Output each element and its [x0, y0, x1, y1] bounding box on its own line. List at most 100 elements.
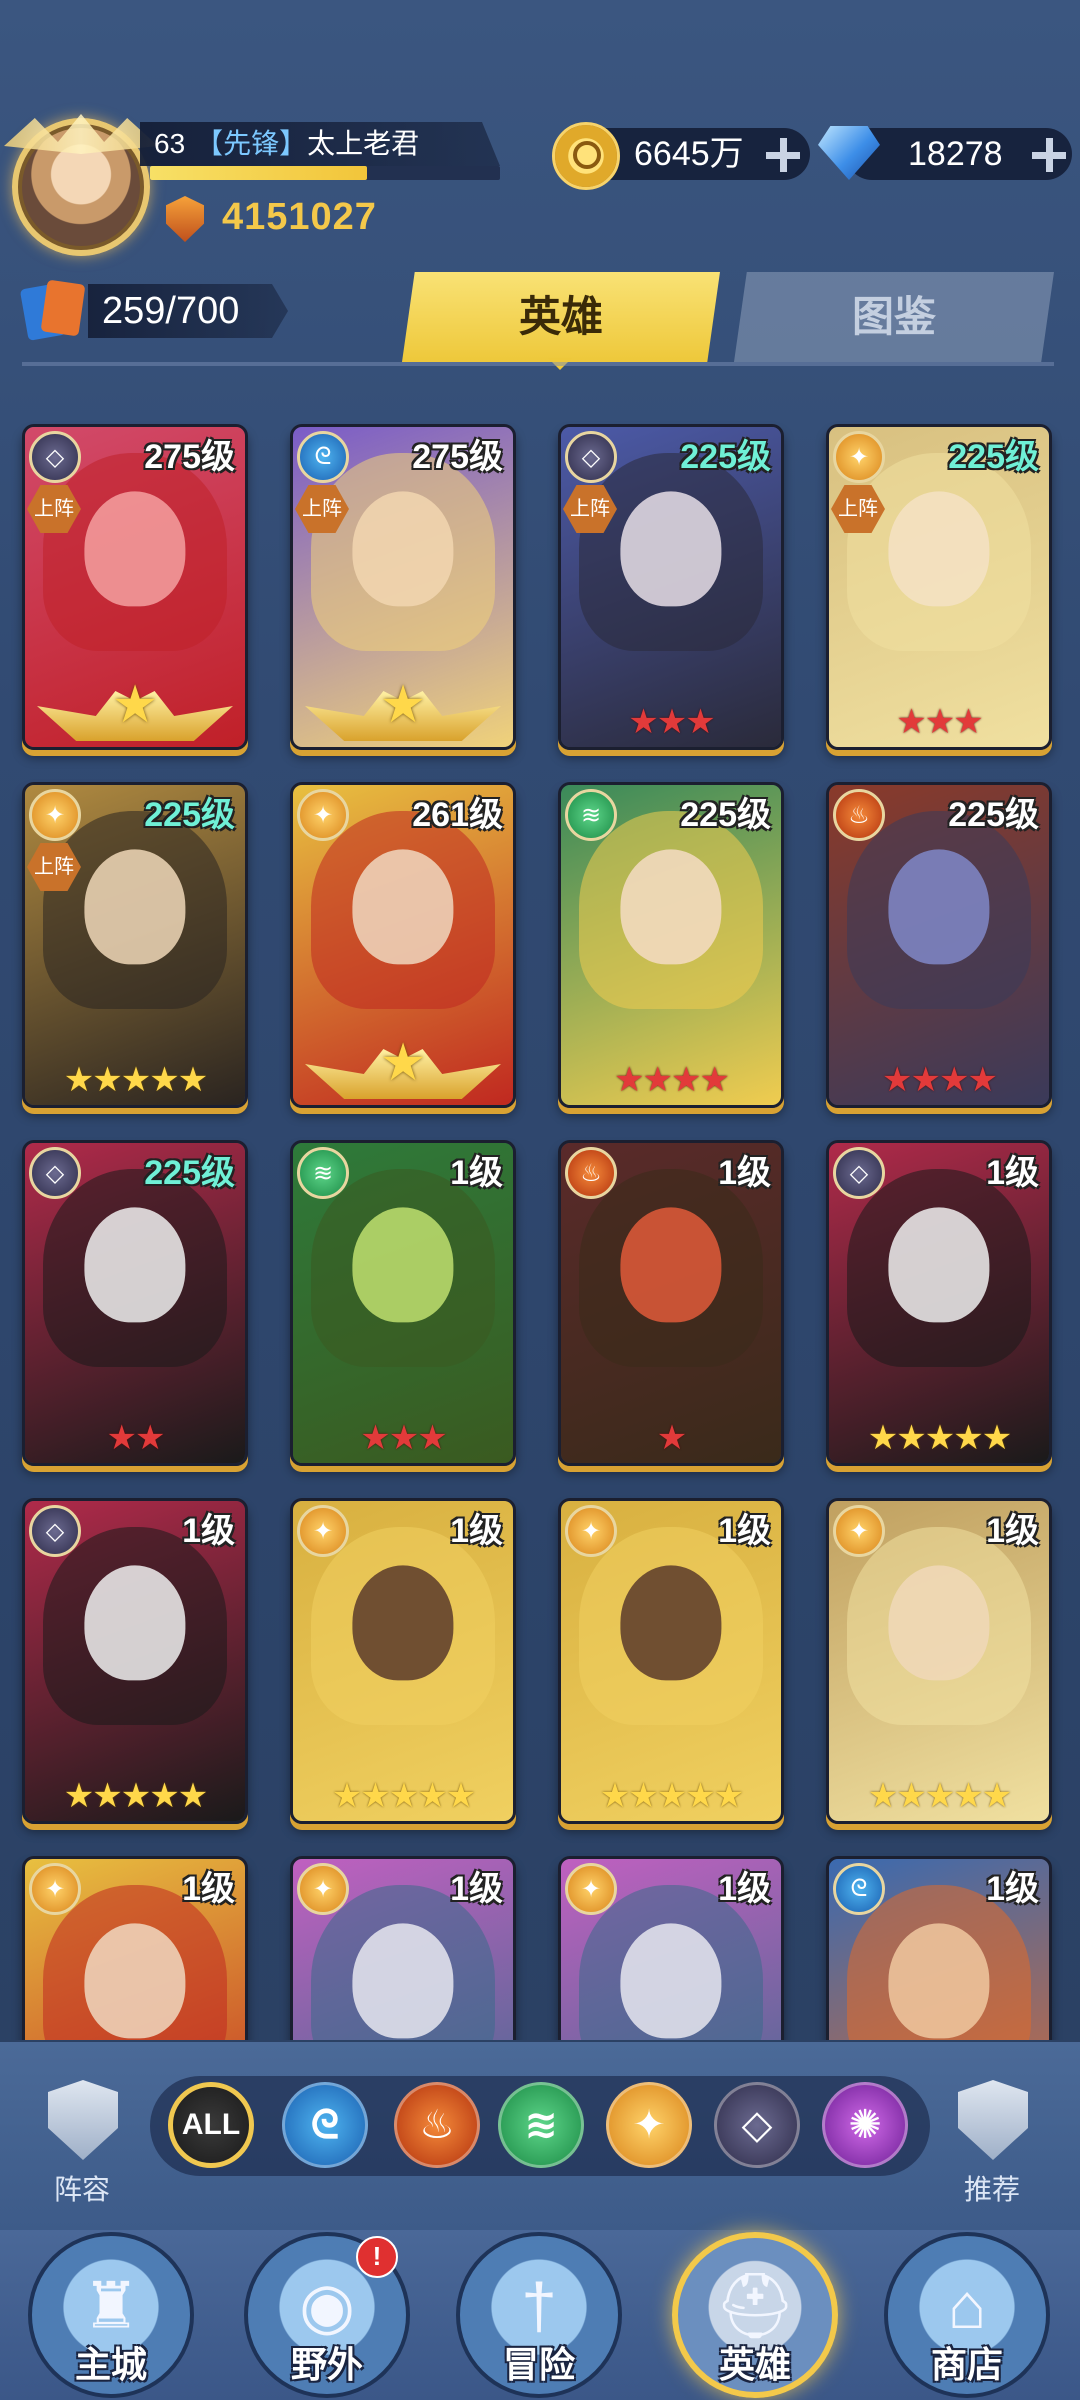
hero-stars: ★★★★★ [63, 1061, 208, 1099]
gem-amount: 18278 [908, 135, 1003, 173]
hero-card[interactable]: ♨ 225级 ★★★★ [826, 782, 1052, 1108]
combat-power: 4151027 [222, 196, 377, 238]
tab-gallery[interactable]: 图鉴 [734, 272, 1054, 362]
forest-faction-icon: ≋ [565, 789, 617, 841]
hero-card[interactable]: ◇ 225级 上阵 ★★★ [558, 424, 784, 750]
divider [22, 362, 1054, 366]
hero-face [888, 849, 990, 965]
hero-card[interactable]: ◇ 1级 ★★★★★ [22, 1498, 248, 1824]
player-name: 太上老君 [307, 128, 420, 159]
nav-castle-label: 主城 [74, 2344, 147, 2385]
hero-stars: ★ [656, 1419, 687, 1457]
recommend-label: 推荐 [964, 2174, 1021, 2205]
recommend-button[interactable] [948, 2080, 1038, 2170]
star-icon: ★ [111, 676, 159, 734]
hero-level: 1级 [450, 1154, 503, 1192]
hero-card[interactable]: ◇ 275级 上阵 ★ [22, 424, 248, 750]
star-icon: ★ [379, 676, 427, 734]
hero-card[interactable]: ✦ 1级 ★★★★★ [290, 1498, 516, 1824]
hero-card[interactable]: ♨ 1级 ★ [558, 1140, 784, 1466]
filter-water-button[interactable]: ᘓ [282, 2082, 368, 2168]
wild-notification-badge: ! [356, 2236, 398, 2278]
hero-level: 1级 [182, 1870, 235, 1908]
portal-icon: ◉ [299, 2269, 355, 2342]
shield-icon [48, 2080, 118, 2160]
hero-face [352, 849, 454, 965]
hero-card[interactable]: ≋ 225级 ★★★★ [558, 782, 784, 1108]
nav-heroes-label: 英雄 [718, 2344, 791, 2385]
tab-heroes[interactable]: 英雄 [402, 272, 720, 362]
hero-level: 225级 [948, 796, 1039, 834]
hero-face [620, 491, 722, 607]
hero-level: 225级 [144, 1154, 235, 1192]
hero-card[interactable]: ✦ 1级 [558, 1856, 784, 2040]
player-avatar[interactable] [12, 118, 150, 256]
hero-level: 1级 [986, 1512, 1039, 1550]
add-gold-button[interactable] [764, 136, 802, 174]
hero-face [352, 1207, 454, 1323]
thumbs-up-icon [958, 2080, 1028, 2160]
castle-icon: ♜ [82, 2269, 140, 2342]
hero-stars: ★★★★ [882, 1061, 998, 1099]
hero-face [888, 1923, 990, 2039]
filter-all-button[interactable]: ALL [168, 2082, 254, 2168]
void-faction-icon: ◇ [29, 431, 81, 483]
hero-level: 261级 [412, 796, 503, 834]
hero-level: 225级 [144, 796, 235, 834]
water-faction-icon: ᘓ [297, 431, 349, 483]
fire-faction-icon: ♨ [833, 789, 885, 841]
hero-face [84, 1207, 186, 1323]
hero-level: 225级 [948, 438, 1039, 476]
filter-fire-button[interactable]: ♨ [394, 2082, 480, 2168]
light-faction-icon: ✦ [29, 1863, 81, 1915]
shop-icon: ⌂ [947, 2269, 987, 2342]
hero-card[interactable]: ✦ 1级 ★★★★★ [826, 1498, 1052, 1824]
filter-light-button[interactable]: ✦ [606, 2082, 692, 2168]
hero-card[interactable]: ᘓ 275级 上阵 ★ [290, 424, 516, 750]
light-faction-icon: ✦ [29, 789, 81, 841]
hero-card[interactable]: ✦ 261级 ★ [290, 782, 516, 1108]
hero-card[interactable]: ✦ 225级 上阵 ★★★ [826, 424, 1052, 750]
hero-face [620, 849, 722, 965]
sword-icon: † [521, 2269, 557, 2342]
hero-face [84, 491, 186, 607]
add-gems-button[interactable] [1030, 136, 1068, 174]
water-faction-icon: ᘓ [833, 1863, 885, 1915]
void-faction-icon: ◇ [833, 1147, 885, 1199]
hero-card[interactable]: ✦ 1级 [290, 1856, 516, 2040]
hero-stars: ★★★★★ [867, 1777, 1012, 1815]
hero-cards-icon [19, 279, 86, 341]
hero-card[interactable]: ✦ 1级 ★★★★★ [558, 1498, 784, 1824]
hero-card[interactable]: ᘓ 1级 [826, 1856, 1052, 2040]
nav-wild-label: 野外 [290, 2344, 363, 2385]
hero-stars: ★★★ [628, 703, 715, 741]
void-faction-icon: ◇ [29, 1505, 81, 1557]
lineup-button[interactable] [38, 2080, 128, 2170]
hero-card[interactable]: ◇ 225级 ★★ [22, 1140, 248, 1466]
hero-stars: ★★★★ [614, 1061, 730, 1099]
xp-bar [150, 166, 500, 180]
filter-void-button[interactable]: ◇ [714, 2082, 800, 2168]
gold-amount: 6645万 [634, 135, 744, 173]
filter-arcane-button[interactable]: ✺ [822, 2082, 908, 2168]
hero-count: 259/700 [102, 290, 240, 332]
power-icon [166, 196, 204, 242]
hero-card[interactable]: ≋ 1级 ★★★ [290, 1140, 516, 1466]
filter-forest-button[interactable]: ≋ [498, 2082, 584, 2168]
hero-card[interactable]: ✦ 1级 [22, 1856, 248, 2040]
light-faction-icon: ✦ [833, 431, 885, 483]
hero-face [888, 491, 990, 607]
hero-card[interactable]: ◇ 1级 ★★★★★ [826, 1140, 1052, 1466]
hero-stars: ★★ [106, 1419, 166, 1457]
hero-stars: ★★★★★ [331, 1777, 476, 1815]
hero-stars: ★★★★★ [63, 1777, 208, 1815]
hero-level: 1级 [718, 1512, 771, 1550]
hero-level: 1级 [450, 1870, 503, 1908]
hero-card[interactable]: ✦ 225级 上阵 ★★★★★ [22, 782, 248, 1108]
player-level: 63 [154, 128, 186, 159]
hero-stars: ★★★ [360, 1419, 447, 1457]
light-faction-icon: ✦ [297, 1505, 349, 1557]
hero-face [620, 1923, 722, 2039]
hero-level: 1级 [182, 1512, 235, 1550]
hero-level: 1级 [986, 1870, 1039, 1908]
